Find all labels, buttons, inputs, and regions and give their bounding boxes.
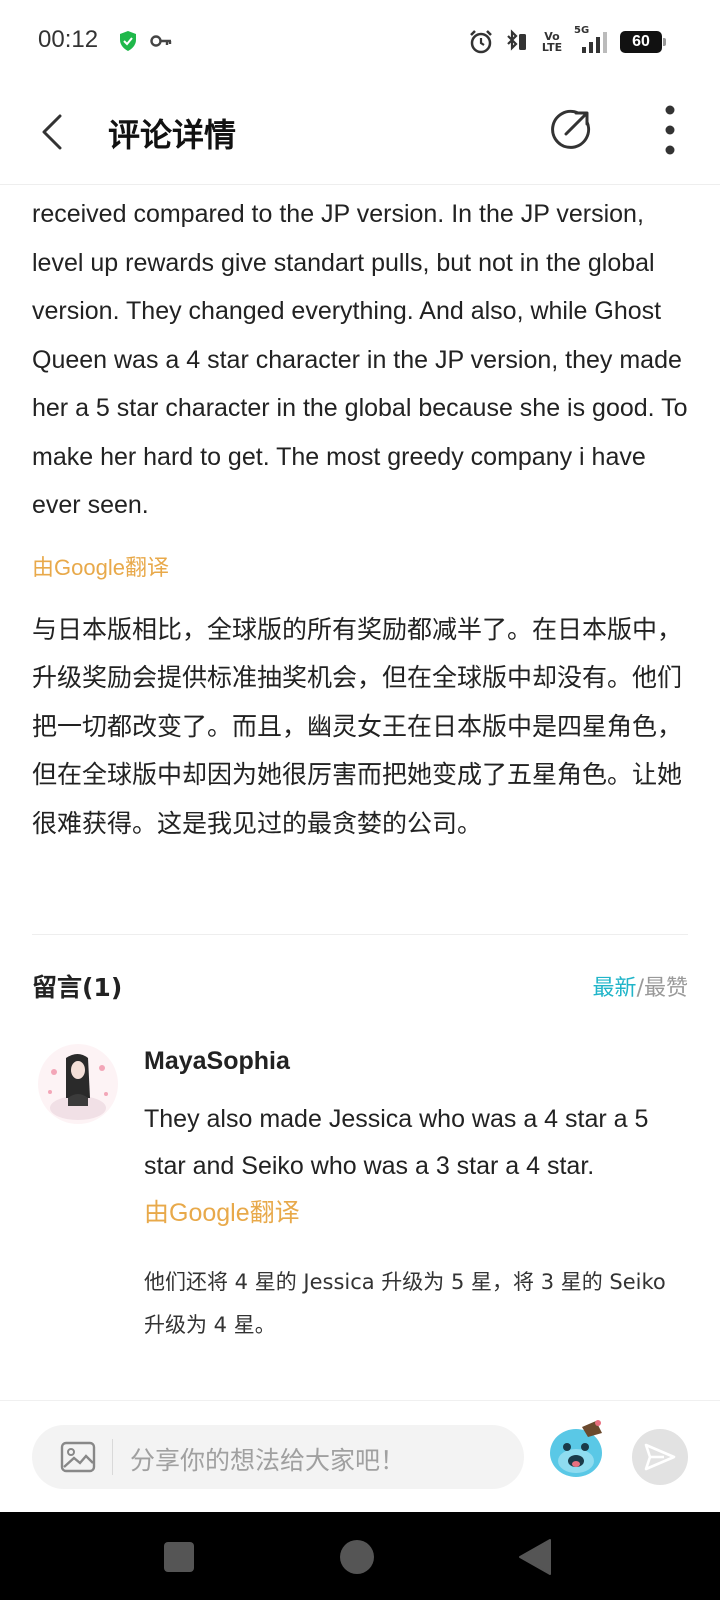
back-arrow-icon[interactable] (36, 108, 68, 156)
user-avatar[interactable] (36, 1042, 120, 1126)
comment-input[interactable]: 分享你的想法给大家吧！ (32, 1425, 524, 1489)
post-content: received compared to the JP version. In … (32, 190, 688, 848)
shield-icon (120, 31, 136, 51)
comment-username[interactable]: MayaSophia (144, 1046, 688, 1076)
post-translated-text: 与日本版相比，全球版的所有奖励都减半了。在日本版中，升级奖励会提供标准抽奖机会，… (32, 614, 683, 838)
input-placeholder[interactable]: 分享你的想法给大家吧！ (130, 1441, 405, 1477)
sort-separator: / (636, 976, 644, 1001)
comment-input-bar: 分享你的想法给大家吧！ (0, 1400, 720, 1513)
google-translate-tag[interactable]: 由Google翻译 (32, 550, 688, 582)
emoji-sticker-icon[interactable] (546, 1417, 608, 1479)
sort-most-liked-button[interactable]: 最赞 (644, 976, 688, 1001)
more-options-icon[interactable] (652, 104, 688, 156)
nav-back-icon[interactable] (518, 1538, 552, 1576)
comment-body: MayaSophia They also made Jessica who wa… (144, 1042, 688, 1347)
volte-indicator: Vo LTE (541, 30, 563, 54)
sort-toggle: 最新/最赞 (593, 970, 688, 1002)
divider (32, 934, 688, 935)
send-button[interactable] (632, 1429, 688, 1485)
battery-indicator: 60 (620, 31, 666, 53)
page-title: 评论详情 (108, 116, 237, 154)
share-icon[interactable] (548, 108, 592, 152)
image-icon[interactable] (60, 1439, 96, 1475)
status-time: 00:12 (38, 26, 99, 53)
home-button[interactable] (340, 1540, 374, 1574)
signal-icon: 5G (574, 25, 610, 55)
send-icon (644, 1443, 676, 1471)
comment-translate-tag[interactable]: 由Google翻译 (144, 1190, 688, 1237)
comment-translated-text: 他们还将 4 星的 Jessica 升级为 5 星，将 3 星的 Seiko 升… (144, 1270, 666, 1337)
status-icons: Vo LTE 5G 60 (468, 24, 666, 60)
comments-header: 留言(1) 最新/最赞 (32, 968, 688, 1008)
bluetooth-vibrate-icon (507, 29, 526, 51)
comments-title: 留言(1) (32, 973, 123, 1002)
input-separator (112, 1439, 113, 1475)
status-bar: 00:12 Vo LTE 5G 60 (0, 0, 720, 84)
recent-apps-button[interactable] (164, 1542, 194, 1572)
alarm-icon (470, 30, 492, 54)
comment-text: They also made Jessica who was a 4 star … (144, 1105, 649, 1180)
system-nav-bar (0, 1512, 720, 1600)
sort-newest-button[interactable]: 最新 (593, 976, 637, 1001)
app-header: 评论详情 (0, 84, 720, 185)
key-icon (150, 35, 172, 47)
post-original-text: received compared to the JP version. In … (32, 200, 688, 519)
